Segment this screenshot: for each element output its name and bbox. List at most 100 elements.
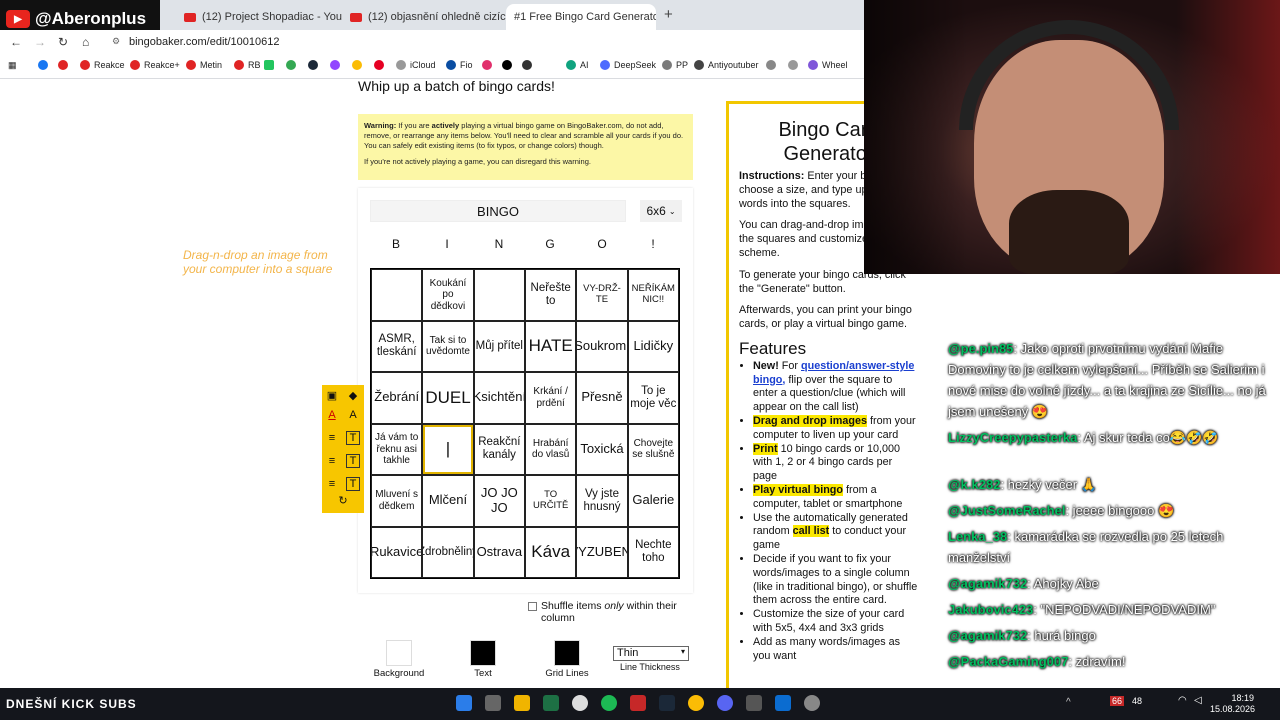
bingo-cell[interactable]: NEŘÍKÁM NIC!! [627,269,679,321]
text-top-icon[interactable]: T [346,431,360,445]
forward-icon[interactable]: → [34,35,46,49]
column-letter[interactable]: ! [638,237,668,251]
bookmark-metin[interactable]: Metin [186,60,222,70]
kick-icon[interactable] [264,60,278,70]
youtube-icon[interactable] [58,60,72,70]
column-letter[interactable]: N [484,237,514,251]
settings-icon[interactable] [804,695,820,711]
bingo-cell[interactable]: Vy jste hnusný [576,475,628,527]
tray-badge[interactable]: 48 [1132,696,1142,706]
new-tab-icon[interactable]: + [664,6,673,23]
bingo-cell[interactable]: Neřešte to [524,269,577,321]
bingo-cell[interactable]: DUEL [422,372,474,424]
bingo-cell[interactable]: | [422,423,474,475]
wifi-icon[interactable]: ◠ [1178,695,1187,706]
bingo-cell[interactable]: Koukání po dědkovi [422,269,474,321]
facebook-icon[interactable] [38,60,52,70]
site-info-icon[interactable]: ⚙ [112,36,120,47]
url-text[interactable]: bingobaker.com/edit/10010612 [129,36,279,48]
bingo-cell[interactable]: Ostrava [473,526,525,578]
bingo-cell[interactable]: Ksichtění [473,372,525,424]
drive-icon[interactable] [286,60,300,70]
shuffle-checkbox[interactable] [528,602,537,611]
chrome-icon[interactable] [688,695,704,711]
pin-icon[interactable] [374,60,388,70]
bingo-cell[interactable]: Můj přítel [473,320,525,372]
shuffle-option[interactable]: Shuffle items only within their column [528,600,688,624]
card-title-input[interactable]: BINGO [370,200,626,222]
font-size-icon[interactable]: A [346,408,360,422]
bingo-cell[interactable]: Zdrobněliny [422,526,474,578]
bingo-cell[interactable] [473,269,525,321]
grid-color-swatch[interactable] [554,640,580,666]
bookmark-wheel[interactable]: Wheel [808,60,848,70]
bookmark-antiyoutuber[interactable]: Antiyoutuber [694,60,759,70]
bingo-cell[interactable]: Nechte toho [627,526,679,578]
bingo-cell[interactable]: JO JO JO [473,475,525,527]
explorer-icon[interactable] [514,695,530,711]
volume-icon[interactable]: ◁ [1194,695,1202,706]
steam-icon[interactable] [308,60,322,70]
column-letter[interactable]: B [381,237,411,251]
bingo-cell[interactable]: Krkání / prdění [524,372,577,424]
edge-icon[interactable] [775,695,791,711]
spotify-icon[interactable] [601,695,617,711]
bingo-cell[interactable]: ASMR, tleskání [371,320,423,372]
clock[interactable]: 18:19 15.08.2026 [1210,693,1255,715]
bingo-cell[interactable] [371,269,423,321]
grid-size-select[interactable]: 6x6 ⌄ [640,200,682,222]
column-letter[interactable]: O [587,237,617,251]
background-color-swatch[interactable] [386,640,412,666]
bingo-cell[interactable]: TO URČITĚ [524,475,577,527]
task-view-icon[interactable] [485,695,501,711]
bookmark-ai[interactable]: AI [566,60,589,70]
column-letter[interactable]: I [432,237,462,251]
text-color-icon[interactable]: A [325,408,339,422]
refresh-icon[interactable]: ↻ [336,493,350,507]
apps-icon[interactable]: ▦ [8,60,17,71]
column-letter[interactable]: G [535,237,565,251]
x-icon[interactable] [522,60,536,70]
tab-youtube-1[interactable]: (12) Project Shopadiac - YouTu ✕ [176,4,342,30]
paint-bucket-icon[interactable]: ◆ [346,388,360,402]
align-right-icon[interactable]: ≡ [325,477,339,491]
globe-icon[interactable] [766,60,780,70]
bingo-cell[interactable]: Já vám to řeknu asi takhle [371,423,423,475]
bingo-cell[interactable]: Hrabání do vlasů [524,423,577,475]
tab-youtube-2[interactable]: (12) objasnění ohledně cizích li ✕ [342,4,508,30]
steam-icon[interactable] [659,695,675,711]
bingo-cell[interactable]: Přesně [576,372,628,424]
bookmark-deepseek[interactable]: DeepSeek [600,60,656,70]
bingo-cell[interactable]: Reakční kanály [473,423,525,475]
bingo-cell[interactable]: Káva [524,526,577,578]
excel-icon[interactable] [543,695,559,711]
discord-icon[interactable] [717,695,733,711]
bingo-cell[interactable]: VYZUBENÍ [576,526,628,578]
bingo-cell[interactable]: Chovejte se slušně [627,423,679,475]
bingo-cell[interactable]: Mlčení [422,475,474,527]
chrome-icon[interactable] [352,60,366,70]
bingo-cell[interactable]: Rukavice [371,526,423,578]
twitch-icon[interactable] [330,60,344,70]
back-icon[interactable]: ← [10,35,22,49]
tab-bingo[interactable]: #1 Free Bingo Card Generator ✕ [506,4,656,30]
bingo-cell[interactable]: VY-DRŽ-TE [576,269,628,321]
bookmark-rb[interactable]: RB [234,60,261,70]
tiktok-icon[interactable] [502,60,516,70]
bingo-cell[interactable]: Tak si to uvědomte [422,320,474,372]
bookmark-reakce-plus[interactable]: Reakce+ [130,60,180,70]
bingo-cell[interactable]: Toxická [576,423,628,475]
bookmark-pp[interactable]: PP [662,60,688,70]
align-center-icon[interactable]: ≡ [325,454,339,468]
drive-small-icon[interactable] [788,60,802,70]
bookmark-reakce[interactable]: Reakce [80,60,125,70]
reload-icon[interactable]: ↻ [58,35,68,49]
text-bottom-icon[interactable]: T [346,477,360,491]
bingo-cell[interactable]: Galerie [627,475,679,527]
bookmark-icloud[interactable]: iCloud [396,60,436,70]
app-icon[interactable] [572,695,588,711]
bingo-cell[interactable]: HATE [524,320,577,372]
bingo-cell[interactable]: Soukromí [576,320,628,372]
app-icon[interactable] [630,695,646,711]
bingo-cell[interactable]: Žebrání [371,372,423,424]
